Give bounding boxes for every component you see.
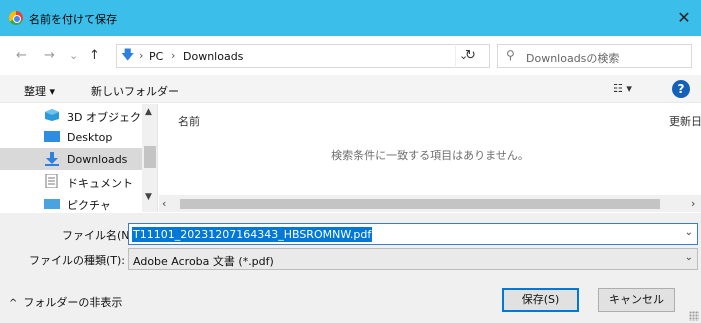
refresh-button[interactable]: ↻ xyxy=(455,44,485,68)
column-header-name[interactable]: 名前 xyxy=(178,113,200,129)
recent-locations-button[interactable]: ⌄ xyxy=(69,49,78,62)
scroll-up-icon[interactable]: ▲ xyxy=(145,107,152,117)
filename-label: ファイル名(N): xyxy=(62,229,138,242)
navigation-pane: 3D オブジェクト Desktop Downloads ドキュメント ピクチャ … xyxy=(0,104,158,212)
downloads-icon: 🡇 xyxy=(121,48,135,63)
save-form: ファイル名(N): T11101_20231207164343_HBSROMNW… xyxy=(0,213,701,323)
sidebar-item-desktop[interactable]: Desktop xyxy=(0,126,142,148)
save-button[interactable]: 保存(S) xyxy=(502,288,579,312)
sidebar-item-label: ピクチャ xyxy=(67,199,111,212)
chevron-down-icon[interactable]: ⌄ xyxy=(685,252,693,263)
organize-button[interactable]: 整理 ▾ xyxy=(24,83,55,99)
command-bar: 整理 ▾ 新しいフォルダー ☷ ▾ ? xyxy=(0,75,701,103)
close-button[interactable]: ✕ xyxy=(667,0,701,36)
chevron-up-icon: ^ xyxy=(9,298,18,309)
chevron-down-icon[interactable]: ⌄ xyxy=(685,227,693,238)
sidebar-item-label: Desktop xyxy=(67,131,113,144)
filetype-label: ファイルの種類(T): xyxy=(29,254,126,267)
downloads-icon xyxy=(44,152,60,166)
sidebar-item-pictures[interactable]: ピクチャ xyxy=(0,192,142,212)
scrollbar-thumb[interactable] xyxy=(180,199,660,209)
resize-grip[interactable] xyxy=(689,311,699,321)
title-bar: 名前を付けて保存 ✕ xyxy=(0,0,701,36)
sidebar-item-3d-objects[interactable]: 3D オブジェクト xyxy=(0,104,152,126)
up-button[interactable]: ↑ xyxy=(89,48,100,63)
back-button[interactable]: ← xyxy=(16,48,27,63)
forward-button[interactable]: → xyxy=(44,48,55,63)
breadcrumb-pc[interactable]: PC xyxy=(149,50,163,63)
address-bar[interactable]: 🡇 › PC › Downloads ⌄ xyxy=(116,44,490,68)
scroll-down-icon[interactable]: ▼ xyxy=(145,192,152,202)
hide-folders-toggle[interactable]: ^ フォルダーの非表示 xyxy=(9,294,122,310)
sidebar-item-documents[interactable]: ドキュメント xyxy=(0,170,142,192)
chrome-icon xyxy=(9,11,23,25)
pictures-icon xyxy=(44,196,60,210)
window-title: 名前を付けて保存 xyxy=(29,13,117,26)
column-header-date[interactable]: 更新日 xyxy=(669,113,701,129)
sidebar-item-label: 3D オブジェクト xyxy=(67,111,152,124)
filetype-select[interactable]: Adobe Acroba 文書 (*.pdf) ⌄ xyxy=(128,248,698,270)
scrollbar-thumb[interactable] xyxy=(144,146,156,168)
sidebar-scrollbar[interactable]: ▲ ▼ xyxy=(142,104,157,212)
cancel-button[interactable]: キャンセル xyxy=(598,288,675,312)
sidebar-item-label: ドキュメント xyxy=(67,177,133,190)
navigation-bar: ← → ⌄ ↑ 🡇 › PC › Downloads ⌄ ↻ ⚲ Downloa… xyxy=(0,38,701,74)
scroll-left-icon[interactable]: ‹ xyxy=(162,197,166,210)
breadcrumb-separator: › xyxy=(171,49,176,62)
view-options-button[interactable]: ☷ ▾ xyxy=(613,82,632,95)
hide-folders-label: フォルダーの非表示 xyxy=(23,296,123,309)
search-placeholder: Downloadsの検索 xyxy=(526,52,620,65)
file-list[interactable]: 名前 更新日 検索条件に一致する項目はありません。 ‹ › xyxy=(159,104,701,212)
desktop-icon xyxy=(44,130,60,144)
breadcrumb-separator: › xyxy=(139,49,144,62)
empty-message: 検索条件に一致する項目はありません。 xyxy=(331,149,529,162)
file-list-scrollbar[interactable]: ‹ › xyxy=(159,195,701,212)
sidebar-item-downloads[interactable]: Downloads xyxy=(0,148,142,170)
help-button[interactable]: ? xyxy=(672,80,690,98)
search-icon: ⚲ xyxy=(506,48,515,62)
filename-input[interactable]: T11101_20231207164343_HBSROMNW.pdf ⌄ xyxy=(128,223,698,245)
new-folder-button[interactable]: 新しいフォルダー xyxy=(91,83,179,99)
sidebar-item-label: Downloads xyxy=(67,153,128,166)
scroll-right-icon[interactable]: › xyxy=(691,197,695,210)
breadcrumb-downloads[interactable]: Downloads xyxy=(183,50,243,63)
filename-value[interactable]: T11101_20231207164343_HBSROMNW.pdf xyxy=(132,227,373,242)
search-box[interactable]: ⚲ Downloadsの検索 xyxy=(497,44,692,68)
documents-icon xyxy=(44,173,60,189)
filetype-value: Adobe Acroba 文書 (*.pdf) xyxy=(133,255,274,268)
3d-objects-icon xyxy=(44,108,60,122)
